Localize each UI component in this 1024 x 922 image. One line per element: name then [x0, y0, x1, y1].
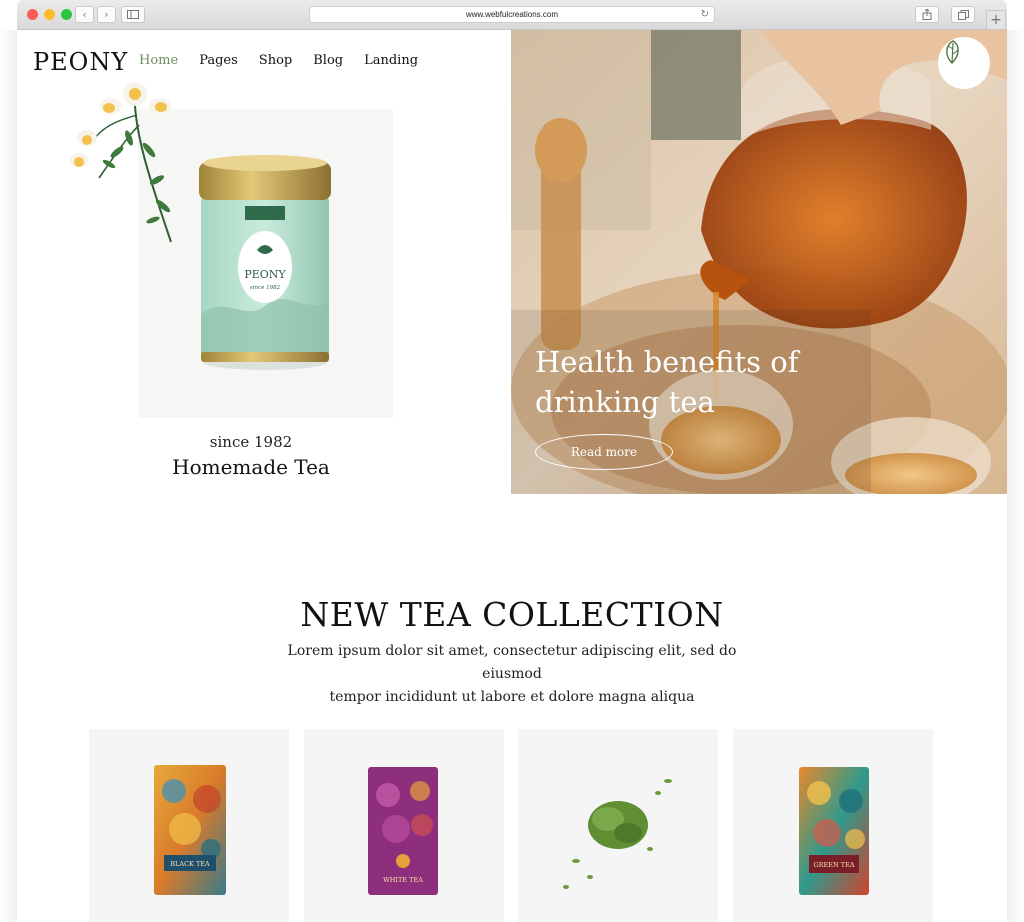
product-card-loose-leaf[interactable]: [518, 729, 718, 922]
main-nav: Home Pages Shop Blog Landing: [139, 53, 418, 68]
browser-toolbar: ‹ › www.webfulcreations.com ↻: [17, 0, 1007, 30]
address-bar[interactable]: www.webfulcreations.com ↻: [309, 6, 715, 23]
maximize-window-button[interactable]: [61, 9, 72, 20]
tabs-icon[interactable]: [951, 6, 975, 23]
chevron-left-icon[interactable]: ‹: [75, 6, 94, 23]
tea-pouring-photo: [511, 30, 1007, 494]
hero-title: Health benefits of drinking tea: [535, 342, 835, 422]
nav-pages[interactable]: Pages: [199, 53, 238, 68]
window-edge: [1007, 30, 1024, 922]
nav-blog[interactable]: Blog: [313, 53, 343, 68]
share-icon[interactable]: [915, 6, 939, 23]
white-tea-label: WHITE TEA: [383, 876, 423, 884]
url-text: www.webfulcreations.com: [465, 10, 559, 19]
chamomile-illustration: [70, 82, 172, 243]
nav-shop[interactable]: Shop: [259, 53, 292, 68]
white-tea-pouch-image: WHITE TEA: [368, 767, 438, 895]
hero-banner[interactable]: Health benefits of drinking tea Read mor…: [511, 30, 1007, 494]
product-card-black-tea[interactable]: BLACK TEA: [89, 729, 289, 922]
minimize-window-button[interactable]: [44, 9, 55, 20]
collection-description-line2: tempor incididunt ut labore et dolore ma…: [329, 689, 695, 705]
collection-description-line1: Lorem ipsum dolor sit amet, consectetur …: [287, 643, 737, 682]
site-logo[interactable]: PEONY: [33, 48, 128, 76]
product-card-green-tea[interactable]: GREEN TEA: [733, 729, 933, 922]
sidebar-icon[interactable]: [121, 6, 145, 23]
read-more-button[interactable]: Read more: [535, 434, 673, 470]
plus-icon[interactable]: +: [986, 10, 1006, 30]
browser-window: ‹ › www.webfulcreations.com ↻ + PEONY Ho…: [0, 0, 1024, 922]
collection-title: NEW TEA COLLECTION: [300, 595, 724, 634]
web-page: PEONY Home Pages Shop Blog Landing PEONY…: [17, 30, 1007, 922]
black-tea-pouch-image: BLACK TEA: [154, 765, 226, 895]
tea-tin-image: PEONY since 1982: [199, 155, 331, 370]
leaf-icon: [938, 37, 990, 89]
hero-title-line2: drinking tea: [535, 385, 715, 419]
product-card-white-tea[interactable]: WHITE TEA: [304, 729, 504, 922]
tin-tagline-label: since 1982: [250, 285, 281, 291]
collection-description: Lorem ipsum dolor sit amet, consectetur …: [257, 640, 767, 709]
black-tea-label: BLACK TEA: [170, 860, 210, 868]
window-edge: [0, 30, 17, 922]
homemade-tea-title: Homemade Tea: [172, 455, 330, 479]
since-label: since 1982: [209, 433, 293, 451]
close-window-button[interactable]: [27, 9, 38, 20]
loose-leaf-tea-image: [563, 779, 672, 889]
tin-brand-label: PEONY: [244, 268, 286, 281]
hero-title-line1: Health benefits of: [535, 345, 799, 379]
green-tea-label: GREEN TEA: [813, 861, 854, 869]
nav-home[interactable]: Home: [139, 53, 178, 68]
chevron-right-icon[interactable]: ›: [97, 6, 116, 23]
reload-icon[interactable]: ↻: [701, 9, 709, 20]
nav-landing[interactable]: Landing: [364, 53, 418, 68]
green-tea-pouch-image: GREEN TEA: [799, 767, 869, 895]
